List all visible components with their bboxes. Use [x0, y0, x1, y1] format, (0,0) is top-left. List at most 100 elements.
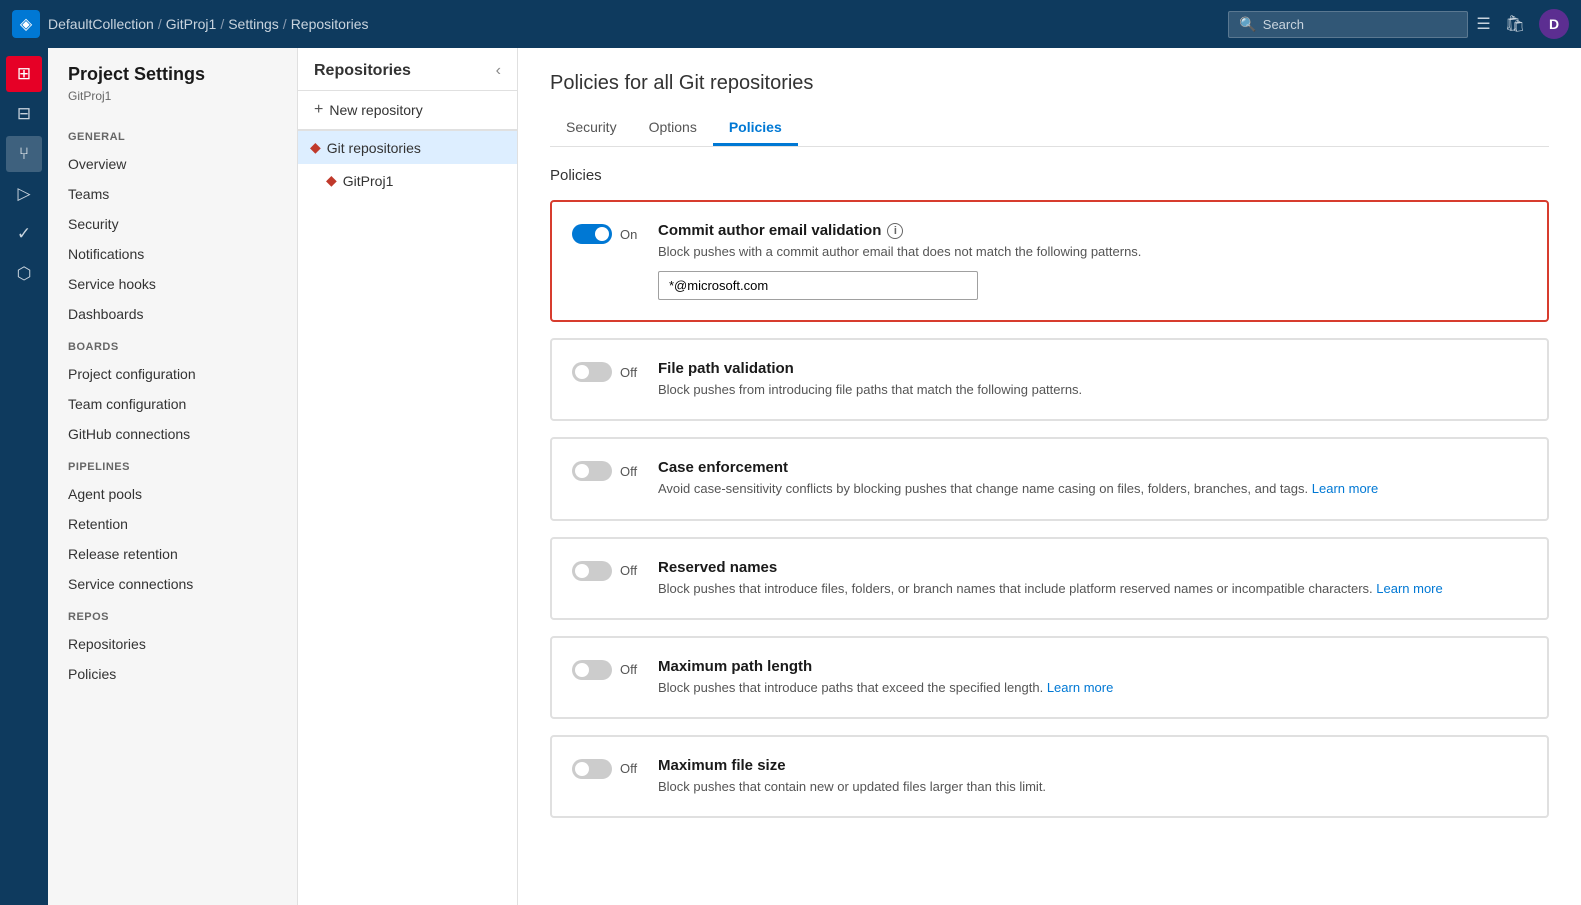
- search-box[interactable]: 🔍: [1228, 11, 1468, 38]
- toggle-reserved-names[interactable]: [572, 561, 612, 581]
- toggle-file-path-validation[interactable]: [572, 362, 612, 382]
- main-layout: Project Settings GitProj1 General Overvi…: [48, 48, 1581, 905]
- rail-boards[interactable]: ⊟: [6, 96, 42, 132]
- learn-more-case-enforcement[interactable]: Learn more: [1312, 481, 1378, 496]
- toggle-maximum-path-length[interactable]: [572, 660, 612, 680]
- search-input[interactable]: [1263, 17, 1458, 32]
- sidebar-group-general: General: [48, 119, 297, 149]
- info-icon-commit-author-email[interactable]: i: [887, 223, 903, 239]
- sidebar-group-boards: Boards: [48, 329, 297, 359]
- policy-title-case-enforcement: Case enforcement: [658, 459, 1527, 476]
- tab-policies[interactable]: Policies: [713, 111, 798, 146]
- topbar-actions: ☰ 🛍 D: [1476, 9, 1569, 39]
- learn-more-reserved-names[interactable]: Learn more: [1376, 581, 1442, 596]
- sidebar-item-release-retention[interactable]: Release retention: [48, 539, 297, 569]
- toggle-state-label-reserved-names: Off: [620, 563, 637, 578]
- repo-panel-header: Repositories: [314, 62, 496, 80]
- breadcrumb-settings[interactable]: Settings: [228, 16, 279, 32]
- policy-card-reserved-names: Off Reserved names Block pushes that int…: [550, 537, 1549, 620]
- policy-desc-maximum-path-length: Block pushes that introduce paths that e…: [658, 679, 1527, 697]
- policy-card-maximum-path-length: Off Maximum path length Block pushes tha…: [550, 636, 1549, 719]
- tab-options[interactable]: Options: [633, 111, 713, 146]
- policy-row-case-enforcement: Off Case enforcement Avoid case-sensitiv…: [572, 459, 1527, 498]
- policy-title-maximum-file-size: Maximum file size: [658, 757, 1527, 774]
- breadcrumb-collection[interactable]: DefaultCollection: [48, 16, 154, 32]
- policy-card-case-enforcement: Off Case enforcement Avoid case-sensitiv…: [550, 437, 1549, 520]
- policy-row-file-path-validation: Off File path validation Block pushes fr…: [572, 360, 1527, 399]
- new-repository-button[interactable]: + New repository: [298, 91, 517, 130]
- policy-info-maximum-file-size: Maximum file size Block pushes that cont…: [658, 757, 1527, 796]
- policy-card-file-path-validation: Off File path validation Block pushes fr…: [550, 338, 1549, 421]
- rail-artifacts[interactable]: ⬡: [6, 256, 42, 292]
- sidebar-item-security[interactable]: Security: [48, 209, 297, 239]
- toggle-wrap-reserved-names: Off: [572, 559, 642, 581]
- policy-info-reserved-names: Reserved names Block pushes that introdu…: [658, 559, 1527, 598]
- sidebar-item-retention[interactable]: Retention: [48, 509, 297, 539]
- policy-card-maximum-file-size: Off Maximum file size Block pushes that …: [550, 735, 1549, 818]
- toggle-case-enforcement[interactable]: [572, 461, 612, 481]
- policy-title-commit-author-email: Commit author email validation i: [658, 222, 1527, 239]
- policy-row-commit-author-email: On Commit author email validation i Bloc…: [572, 222, 1527, 300]
- learn-more-maximum-path-length[interactable]: Learn more: [1047, 680, 1113, 695]
- sidebar-item-teams[interactable]: Teams: [48, 179, 297, 209]
- policy-info-file-path-validation: File path validation Block pushes from i…: [658, 360, 1527, 399]
- sidebar-item-project-configuration[interactable]: Project configuration: [48, 359, 297, 389]
- breadcrumb-project[interactable]: GitProj1: [166, 16, 217, 32]
- sidebar-title: Project Settings: [48, 64, 297, 89]
- rail-pipelines[interactable]: ▷: [6, 176, 42, 212]
- toggle-wrap-file-path-validation: Off: [572, 360, 642, 382]
- toggle-wrap-maximum-file-size: Off: [572, 757, 642, 779]
- toggle-state-label-maximum-path-length: Off: [620, 662, 637, 677]
- breadcrumb-repositories[interactable]: Repositories: [291, 16, 369, 32]
- policy-title-maximum-path-length: Maximum path length: [658, 658, 1527, 675]
- collapse-button[interactable]: ‹: [496, 62, 501, 80]
- sidebar-item-service-hooks[interactable]: Service hooks: [48, 269, 297, 299]
- sidebar-item-github-connections[interactable]: GitHub connections: [48, 419, 297, 449]
- plus-icon: +: [314, 101, 323, 119]
- toggle-commit-author-email[interactable]: [572, 224, 612, 244]
- list-icon[interactable]: ☰: [1476, 14, 1490, 34]
- policy-info-maximum-path-length: Maximum path length Block pushes that in…: [658, 658, 1527, 697]
- git-icon: ◆: [310, 139, 321, 156]
- policy-input-commit-author-email[interactable]: [658, 271, 978, 300]
- app-logo[interactable]: ◈: [12, 10, 40, 38]
- rail-repos[interactable]: ⑂: [6, 136, 42, 172]
- tab-security[interactable]: Security: [550, 111, 633, 146]
- sidebar-item-policies[interactable]: Policies: [48, 659, 297, 689]
- bag-icon[interactable]: 🛍: [1505, 14, 1525, 34]
- sidebar-group-repos: Repos: [48, 599, 297, 629]
- content-area: Policies for all Git repositories Securi…: [518, 48, 1581, 905]
- policy-info-case-enforcement: Case enforcement Avoid case-sensitivity …: [658, 459, 1527, 498]
- sidebar: Project Settings GitProj1 General Overvi…: [48, 48, 298, 905]
- sidebar-item-notifications[interactable]: Notifications: [48, 239, 297, 269]
- toggle-state-label-maximum-file-size: Off: [620, 761, 637, 776]
- policy-title-reserved-names: Reserved names: [658, 559, 1527, 576]
- policy-desc-reserved-names: Block pushes that introduce files, folde…: [658, 580, 1527, 598]
- sidebar-item-repositories[interactable]: Repositories: [48, 629, 297, 659]
- search-icon: 🔍: [1239, 16, 1256, 33]
- policies-label: Policies: [550, 167, 1549, 184]
- sidebar-item-overview[interactable]: Overview: [48, 149, 297, 179]
- toggle-state-label-case-enforcement: Off: [620, 464, 637, 479]
- page-title: Policies for all Git repositories: [550, 72, 1549, 95]
- icon-rail: ⊞ ⊟ ⑂ ▷ ✓ ⬡: [0, 48, 48, 905]
- repo-item-gitproj1[interactable]: ◆ GitProj1: [298, 164, 517, 197]
- sidebar-item-team-configuration[interactable]: Team configuration: [48, 389, 297, 419]
- sidebar-subtitle: GitProj1: [48, 89, 297, 119]
- avatar[interactable]: D: [1539, 9, 1569, 39]
- sidebar-item-dashboards[interactable]: Dashboards: [48, 299, 297, 329]
- repo-item-git-repositories[interactable]: ◆ Git repositories: [298, 131, 517, 164]
- sidebar-item-service-connections[interactable]: Service connections: [48, 569, 297, 599]
- toggle-wrap-case-enforcement: Off: [572, 459, 642, 481]
- repo-panel: Repositories ‹ + New repository ◆ Git re…: [298, 48, 518, 905]
- toggle-maximum-file-size[interactable]: [572, 759, 612, 779]
- sidebar-item-agent-pools[interactable]: Agent pools: [48, 479, 297, 509]
- policy-desc-commit-author-email: Block pushes with a commit author email …: [658, 243, 1527, 261]
- rail-home[interactable]: ⊞: [6, 56, 42, 92]
- toggle-state-label-commit-author-email: On: [620, 227, 637, 242]
- policy-desc-case-enforcement: Avoid case-sensitivity conflicts by bloc…: [658, 480, 1527, 498]
- rail-testplans[interactable]: ✓: [6, 216, 42, 252]
- policy-row-maximum-path-length: Off Maximum path length Block pushes tha…: [572, 658, 1527, 697]
- policy-info-commit-author-email: Commit author email validation i Block p…: [658, 222, 1527, 300]
- policies-section: Policies On Commit author email validati…: [550, 167, 1549, 818]
